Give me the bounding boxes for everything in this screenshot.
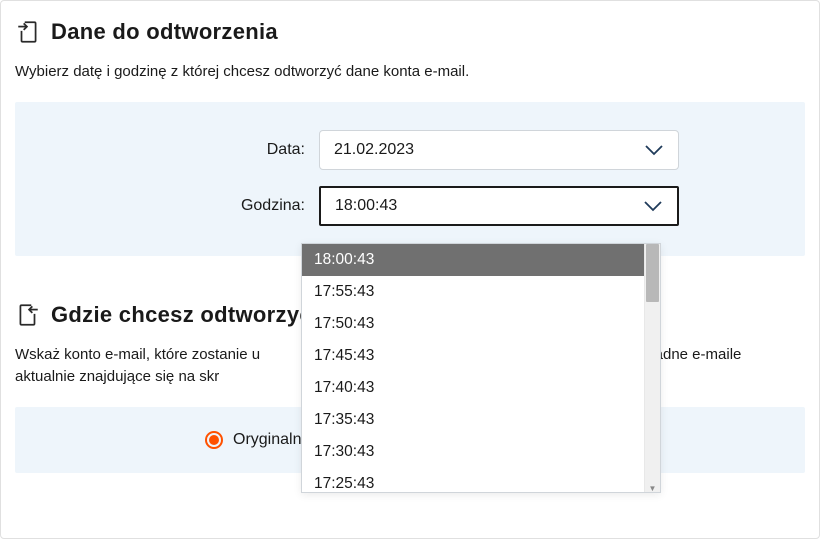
dropdown-item[interactable]: 17:35:43 bbox=[302, 404, 644, 436]
dropdown-list: 18:00:43 17:55:43 17:50:43 17:45:43 17:4… bbox=[302, 244, 644, 492]
restore-data-section: Dane do odtworzenia Wybierz datę i godzi… bbox=[1, 1, 819, 256]
dropdown-item[interactable]: 17:30:43 bbox=[302, 436, 644, 468]
time-row: Godzina: 18:00:43 bbox=[35, 186, 785, 226]
date-label: Data: bbox=[35, 141, 305, 159]
chevron-down-icon bbox=[644, 144, 664, 156]
date-value: 21.02.2023 bbox=[334, 141, 414, 159]
dropdown-item[interactable]: 17:45:43 bbox=[302, 340, 644, 372]
dropdown-item[interactable]: 17:25:43 bbox=[302, 468, 644, 492]
time-label: Godzina: bbox=[35, 197, 305, 215]
section-header: Dane do odtworzenia bbox=[15, 19, 805, 45]
chevron-down-icon bbox=[643, 200, 663, 212]
dropdown-item[interactable]: 18:00:43 bbox=[302, 244, 644, 276]
scrollbar-thumb[interactable] bbox=[646, 244, 659, 302]
section-title: Dane do odtworzenia bbox=[51, 19, 278, 45]
form-panel: Data: 21.02.2023 Godzina: 18:00:43 bbox=[15, 102, 805, 256]
radio-icon bbox=[205, 431, 223, 449]
scrollbar[interactable]: ▲ ▼ bbox=[644, 244, 660, 492]
time-dropdown[interactable]: 18:00:43 17:55:43 17:50:43 17:45:43 17:4… bbox=[301, 243, 661, 493]
time-value: 18:00:43 bbox=[335, 197, 397, 215]
export-icon bbox=[15, 19, 41, 45]
section-description: Wybierz datę i godzinę z której chcesz o… bbox=[15, 61, 805, 84]
scroll-down-icon[interactable]: ▼ bbox=[645, 482, 660, 494]
date-select[interactable]: 21.02.2023 bbox=[319, 130, 679, 170]
import-icon bbox=[15, 302, 41, 328]
time-select[interactable]: 18:00:43 bbox=[319, 186, 679, 226]
section-title: Gdzie chcesz odtworzyć bbox=[51, 302, 312, 328]
dropdown-item[interactable]: 17:55:43 bbox=[302, 276, 644, 308]
date-row: Data: 21.02.2023 bbox=[35, 130, 785, 170]
dropdown-item[interactable]: 17:40:43 bbox=[302, 372, 644, 404]
dropdown-item[interactable]: 17:50:43 bbox=[302, 308, 644, 340]
